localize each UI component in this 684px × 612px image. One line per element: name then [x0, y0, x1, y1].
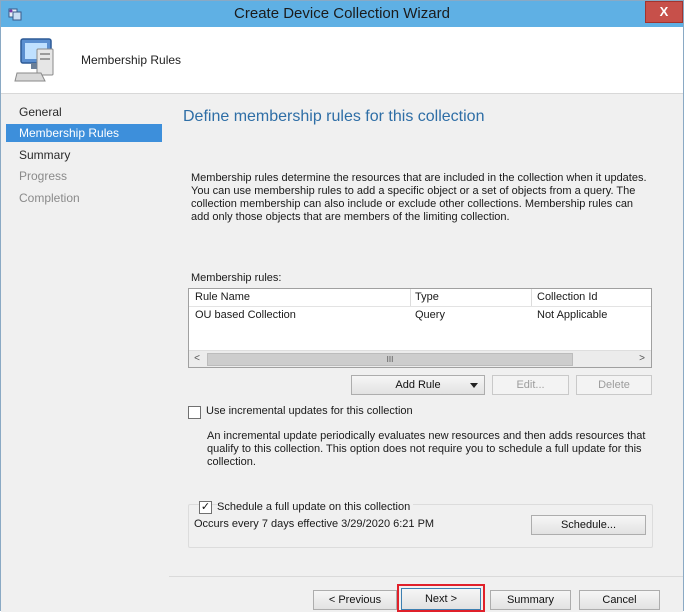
- cancel-button[interactable]: Cancel: [579, 590, 660, 610]
- add-rule-label: Add Rule: [395, 379, 441, 391]
- window-title: Create Device Collection Wizard: [234, 5, 450, 22]
- delete-button[interactable]: Delete: [576, 375, 652, 395]
- column-header-rule-name[interactable]: Rule Name: [195, 291, 250, 303]
- cell-collection-id: Not Applicable: [537, 309, 608, 321]
- schedule-button[interactable]: Schedule...: [531, 515, 646, 535]
- membership-rules-list[interactable]: Rule Name Type Collection Id OU based Co…: [188, 288, 652, 368]
- wizard-header: Membership Rules: [1, 27, 683, 94]
- incremental-updates-note: An incremental update periodically evalu…: [207, 430, 646, 468]
- incremental-updates-checkbox[interactable]: [188, 406, 201, 419]
- horizontal-scrollbar[interactable]: < III >: [189, 350, 651, 367]
- wizard-window: Create Device Collection Wizard X Member…: [0, 0, 684, 612]
- column-header-type[interactable]: Type: [415, 291, 439, 303]
- wizard-content: Define membership rules for this collect…: [169, 94, 683, 612]
- schedule-description: Occurs every 7 days effective 3/29/2020 …: [194, 518, 435, 530]
- footer-divider: [169, 576, 683, 577]
- add-rule-button[interactable]: Add Rule: [351, 375, 485, 395]
- table-row[interactable]: OU based Collection Query Not Applicable: [189, 308, 651, 324]
- column-header-collection-id[interactable]: Collection Id: [537, 291, 598, 303]
- cell-type: Query: [415, 309, 445, 321]
- cell-rule-name: OU based Collection: [195, 309, 296, 321]
- full-update-label[interactable]: Schedule a full update on this collectio…: [217, 501, 414, 513]
- summary-button[interactable]: Summary: [490, 590, 571, 610]
- wizard-steps-nav: General Membership Rules Summary Progres…: [1, 94, 169, 612]
- nav-item-general[interactable]: General: [6, 103, 162, 121]
- computer-icon: [14, 38, 54, 82]
- nav-item-completion: Completion: [19, 191, 80, 205]
- previous-button[interactable]: < Previous: [313, 590, 397, 610]
- title-bar[interactable]: Create Device Collection Wizard X: [1, 1, 683, 27]
- page-description: Membership rules determine the resources…: [191, 172, 647, 223]
- column-separator[interactable]: [531, 289, 532, 306]
- incremental-updates-label[interactable]: Use incremental updates for this collect…: [206, 405, 413, 417]
- close-button[interactable]: X: [645, 1, 683, 23]
- scroll-left-icon[interactable]: <: [189, 351, 205, 367]
- list-header: Rule Name Type Collection Id: [189, 289, 651, 307]
- edit-button[interactable]: Edit...: [492, 375, 569, 395]
- nav-item-progress: Progress: [19, 169, 68, 183]
- membership-rules-label: Membership rules:: [191, 272, 282, 284]
- full-update-checkbox[interactable]: ✓: [199, 501, 212, 514]
- nav-item-membership-rules[interactable]: Membership Rules: [6, 124, 162, 142]
- next-button-highlight: [397, 584, 485, 612]
- page-title: Define membership rules for this collect…: [183, 108, 485, 125]
- column-separator[interactable]: [410, 289, 411, 306]
- scroll-right-icon[interactable]: >: [634, 351, 650, 367]
- nav-item-summary[interactable]: Summary: [6, 146, 162, 164]
- scroll-thumb[interactable]: III: [207, 353, 573, 366]
- header-title: Membership Rules: [81, 53, 182, 67]
- chevron-down-icon: [470, 383, 478, 388]
